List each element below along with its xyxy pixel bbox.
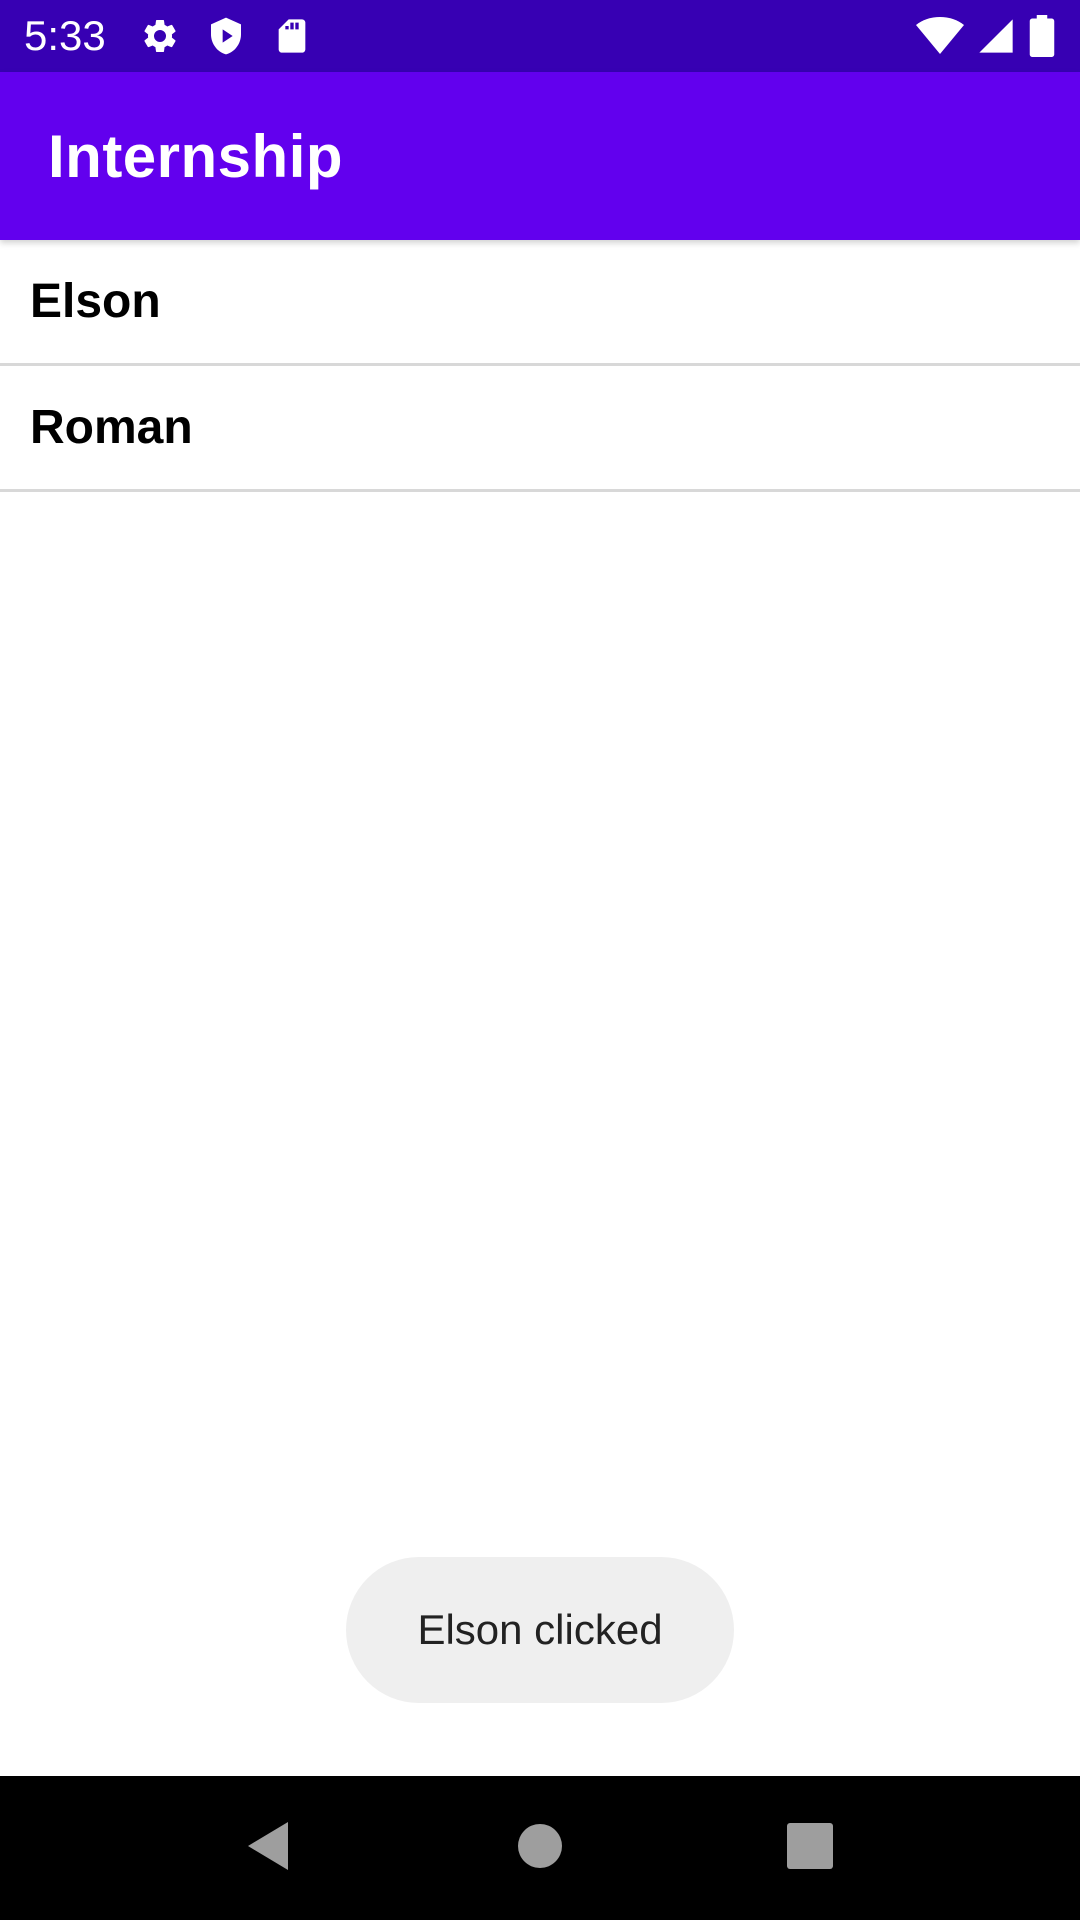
toast: Elson clicked [346,1557,734,1703]
list-item-label: Roman [30,401,193,454]
battery-icon [1028,15,1056,57]
app-bar: Internship [0,72,1080,240]
sd-card-icon [272,16,312,56]
recents-icon [787,1822,833,1874]
navigation-bar [0,1776,1080,1920]
shield-play-icon [206,16,246,56]
home-icon [517,1823,563,1874]
toast-text: Elson clicked [417,1606,663,1653]
list-item[interactable]: Roman [0,366,1080,492]
list-item-label: Elson [30,275,161,328]
status-system-icons [916,15,1056,57]
wifi-icon [916,16,964,56]
list-item[interactable]: Elson [0,240,1080,366]
name-list: Elson Roman [0,240,1080,492]
recents-button[interactable] [738,1776,882,1920]
home-button[interactable] [468,1776,612,1920]
gear-icon [140,16,180,56]
app-title: Internship [48,122,344,190]
status-notification-icons [140,16,312,56]
status-bar: 5:33 [0,0,1080,72]
status-time: 5:33 [24,12,106,59]
cellular-signal-icon [976,16,1016,56]
back-button[interactable] [196,1776,340,1920]
back-icon [244,1820,292,1877]
